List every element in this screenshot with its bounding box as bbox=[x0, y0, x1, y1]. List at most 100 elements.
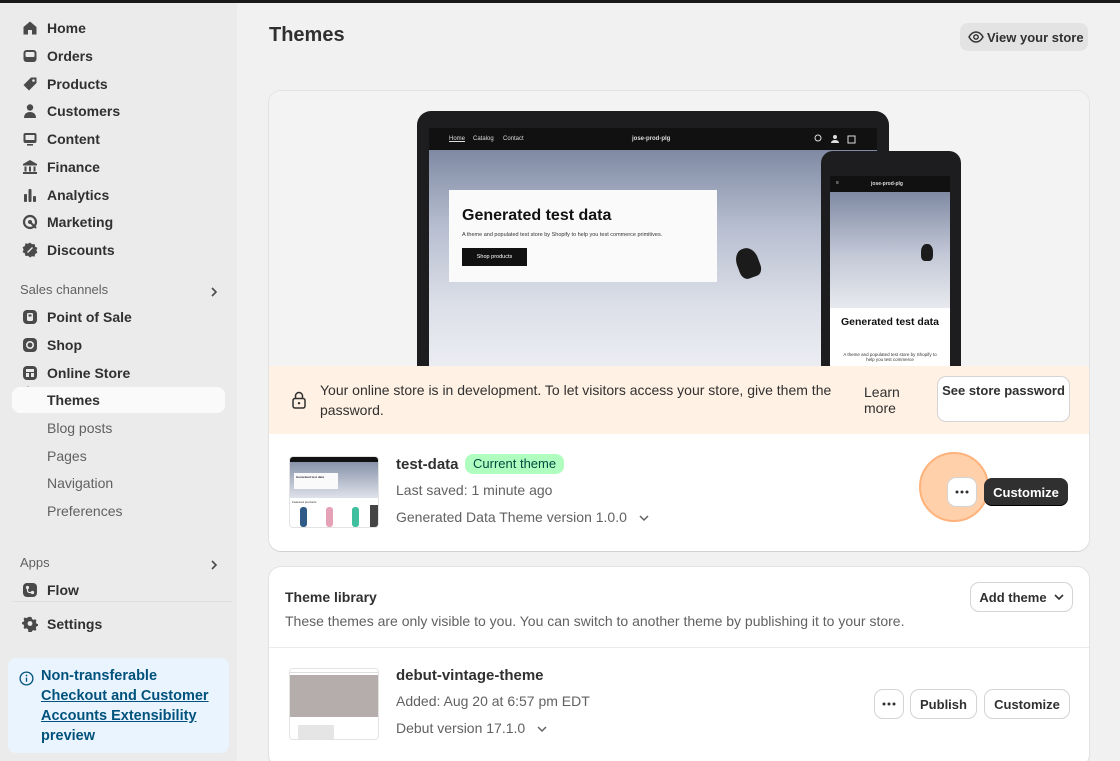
sidebar-item-marketing[interactable]: Marketing bbox=[12, 209, 225, 235]
desktop-screen: Home Catalog Contact jose-prod-plg Gener… bbox=[429, 128, 877, 368]
discount-icon bbox=[22, 242, 38, 258]
development-banner: Your online store is in development. To … bbox=[269, 366, 1089, 434]
sidebar-item-label: Shop bbox=[47, 337, 82, 353]
sidebar-item-orders[interactable]: Orders bbox=[12, 43, 225, 69]
mock-mobile-heading: Generated test data bbox=[840, 316, 940, 328]
sidebar: Home Orders Products Customers Content F… bbox=[0, 3, 237, 761]
thumb-heading: Generated test data bbox=[294, 473, 338, 489]
mock-shop-button: Shop products bbox=[462, 248, 527, 266]
banner-message: Your online store is in development. To … bbox=[320, 382, 832, 418]
sidebar-item-shop[interactable]: Shop bbox=[12, 332, 225, 358]
sidebar-item-label: Content bbox=[47, 131, 100, 147]
target-icon bbox=[22, 214, 38, 230]
mobile-screen: ≡ jose-prod-plg Generated test data A th… bbox=[830, 176, 950, 371]
home-icon bbox=[23, 21, 37, 35]
mock-nav-icons bbox=[814, 134, 856, 144]
sidebar-item-label: Point of Sale bbox=[47, 309, 132, 325]
mock-nav-contact: Contact bbox=[503, 136, 524, 142]
sidebar-item-analytics[interactable]: Analytics bbox=[12, 182, 225, 208]
snowboarder-figure bbox=[732, 245, 764, 281]
chevron-down-icon bbox=[1054, 594, 1064, 601]
info-icon bbox=[19, 671, 34, 686]
sidebar-item-online-store[interactable]: Online Store bbox=[12, 360, 225, 386]
shop-icon bbox=[23, 338, 37, 352]
extensibility-preview-notice: Non-transferable Checkout and Customer A… bbox=[8, 658, 229, 753]
sidebar-item-navigation[interactable]: Navigation bbox=[12, 470, 225, 496]
notice-line: preview bbox=[41, 728, 95, 744]
sidebar-item-blog-posts[interactable]: Blog posts bbox=[12, 415, 225, 441]
sidebar-item-point-of-sale[interactable]: Point of Sale bbox=[12, 304, 225, 330]
inbox-icon bbox=[23, 50, 37, 62]
add-theme-button[interactable]: Add theme bbox=[971, 583, 1072, 611]
sidebar-item-products[interactable]: Products bbox=[12, 71, 225, 97]
publish-button[interactable]: Publish bbox=[911, 690, 976, 718]
eye-icon bbox=[968, 31, 984, 43]
sidebar-item-label: Discounts bbox=[47, 242, 115, 258]
sidebar-item-preferences[interactable]: Preferences bbox=[12, 498, 225, 524]
sidebar-item-label: Marketing bbox=[47, 214, 114, 230]
sidebar-item-themes[interactable]: Themes bbox=[12, 387, 225, 413]
chevron-down-icon bbox=[537, 726, 547, 733]
mock-mobile-nav: ≡ jose-prod-plg bbox=[830, 176, 950, 192]
sidebar-item-label: Flow bbox=[47, 582, 79, 598]
customize-button[interactable]: Customize bbox=[984, 478, 1068, 506]
library-more-actions-button[interactable] bbox=[875, 690, 903, 718]
sidebar-item-label: Finance bbox=[47, 159, 100, 175]
see-store-password-button[interactable]: See store password bbox=[938, 377, 1069, 421]
add-theme-label: Add theme bbox=[979, 589, 1047, 605]
mock-nav-home: Home bbox=[449, 136, 466, 142]
sidebar-item-flow[interactable]: Flow bbox=[12, 577, 225, 603]
ellipsis-icon bbox=[955, 490, 969, 494]
hamburger-icon: ≡ bbox=[836, 180, 839, 186]
sidebar-item-label: Navigation bbox=[47, 475, 114, 491]
desktop-preview: Home Catalog Contact jose-prod-plg Gener… bbox=[417, 111, 889, 371]
view-store-label: View your store bbox=[987, 29, 1084, 45]
theme-version-text: Generated Data Theme version 1.0.0 bbox=[396, 509, 627, 525]
chevron-down-icon bbox=[639, 515, 649, 522]
theme-library-title: Theme library bbox=[285, 589, 377, 605]
library-theme-version-dropdown[interactable]: Debut version 17.1.0 bbox=[396, 720, 547, 736]
theme-library-description: These themes are only visible to you. Yo… bbox=[285, 613, 905, 629]
theme-library-card: Theme library These themes are only visi… bbox=[269, 567, 1089, 761]
content-icon bbox=[23, 133, 37, 146]
chevron-right-icon[interactable] bbox=[208, 286, 220, 298]
current-theme-card: Home Catalog Contact jose-prod-plg Gener… bbox=[269, 91, 1089, 551]
more-actions-button[interactable] bbox=[948, 478, 976, 506]
lock-icon bbox=[292, 391, 306, 409]
sidebar-item-pages[interactable]: Pages bbox=[12, 443, 225, 469]
sidebar-item-discounts[interactable]: Discounts bbox=[12, 237, 225, 263]
extensibility-link[interactable]: Checkout and Customer Accounts Extensibi… bbox=[41, 688, 209, 724]
view-store-button[interactable]: View your store bbox=[960, 23, 1088, 51]
mobile-preview: ≡ jose-prod-plg Generated test data A th… bbox=[821, 151, 961, 371]
sidebar-item-label: Home bbox=[47, 20, 86, 36]
sidebar-item-label: Orders bbox=[47, 48, 93, 64]
mock-hero-text: A theme and populated test store by Shop… bbox=[462, 232, 663, 238]
tag-icon bbox=[23, 77, 37, 91]
bar-chart-icon bbox=[24, 189, 36, 202]
snowboarder-figure bbox=[921, 244, 933, 261]
sidebar-item-label: Preferences bbox=[47, 503, 123, 519]
sidebar-item-label: Blog posts bbox=[47, 420, 113, 436]
sidebar-item-customers[interactable]: Customers bbox=[12, 98, 225, 124]
apps-heading: Apps bbox=[20, 555, 50, 570]
library-customize-button[interactable]: Customize bbox=[985, 690, 1069, 718]
sidebar-item-label: Analytics bbox=[47, 187, 110, 203]
current-theme-badge: Current theme bbox=[465, 454, 565, 474]
library-theme-thumbnail bbox=[289, 668, 379, 740]
sidebar-item-content[interactable]: Content bbox=[12, 126, 225, 152]
theme-version-dropdown[interactable]: Generated Data Theme version 1.0.0 bbox=[396, 509, 649, 525]
sales-channels-heading: Sales channels bbox=[20, 282, 109, 297]
learn-more-link[interactable]: Learn more bbox=[864, 384, 924, 416]
sidebar-item-home[interactable]: Home bbox=[12, 15, 225, 41]
person-icon bbox=[24, 104, 36, 118]
sidebar-item-label: Products bbox=[47, 76, 108, 92]
current-theme-row: Generated test data Featured products te… bbox=[269, 434, 1089, 551]
sidebar-item-settings[interactable]: Settings bbox=[12, 611, 225, 637]
sidebar-item-label: Pages bbox=[47, 448, 87, 464]
thumb-section-label: Featured products bbox=[292, 500, 317, 504]
theme-preview: Home Catalog Contact jose-prod-plg Gener… bbox=[269, 91, 1089, 371]
sidebar-item-finance[interactable]: Finance bbox=[12, 154, 225, 180]
page-title: Themes bbox=[269, 24, 345, 46]
sidebar-item-label: Themes bbox=[47, 392, 100, 408]
chevron-right-icon[interactable] bbox=[208, 559, 220, 571]
